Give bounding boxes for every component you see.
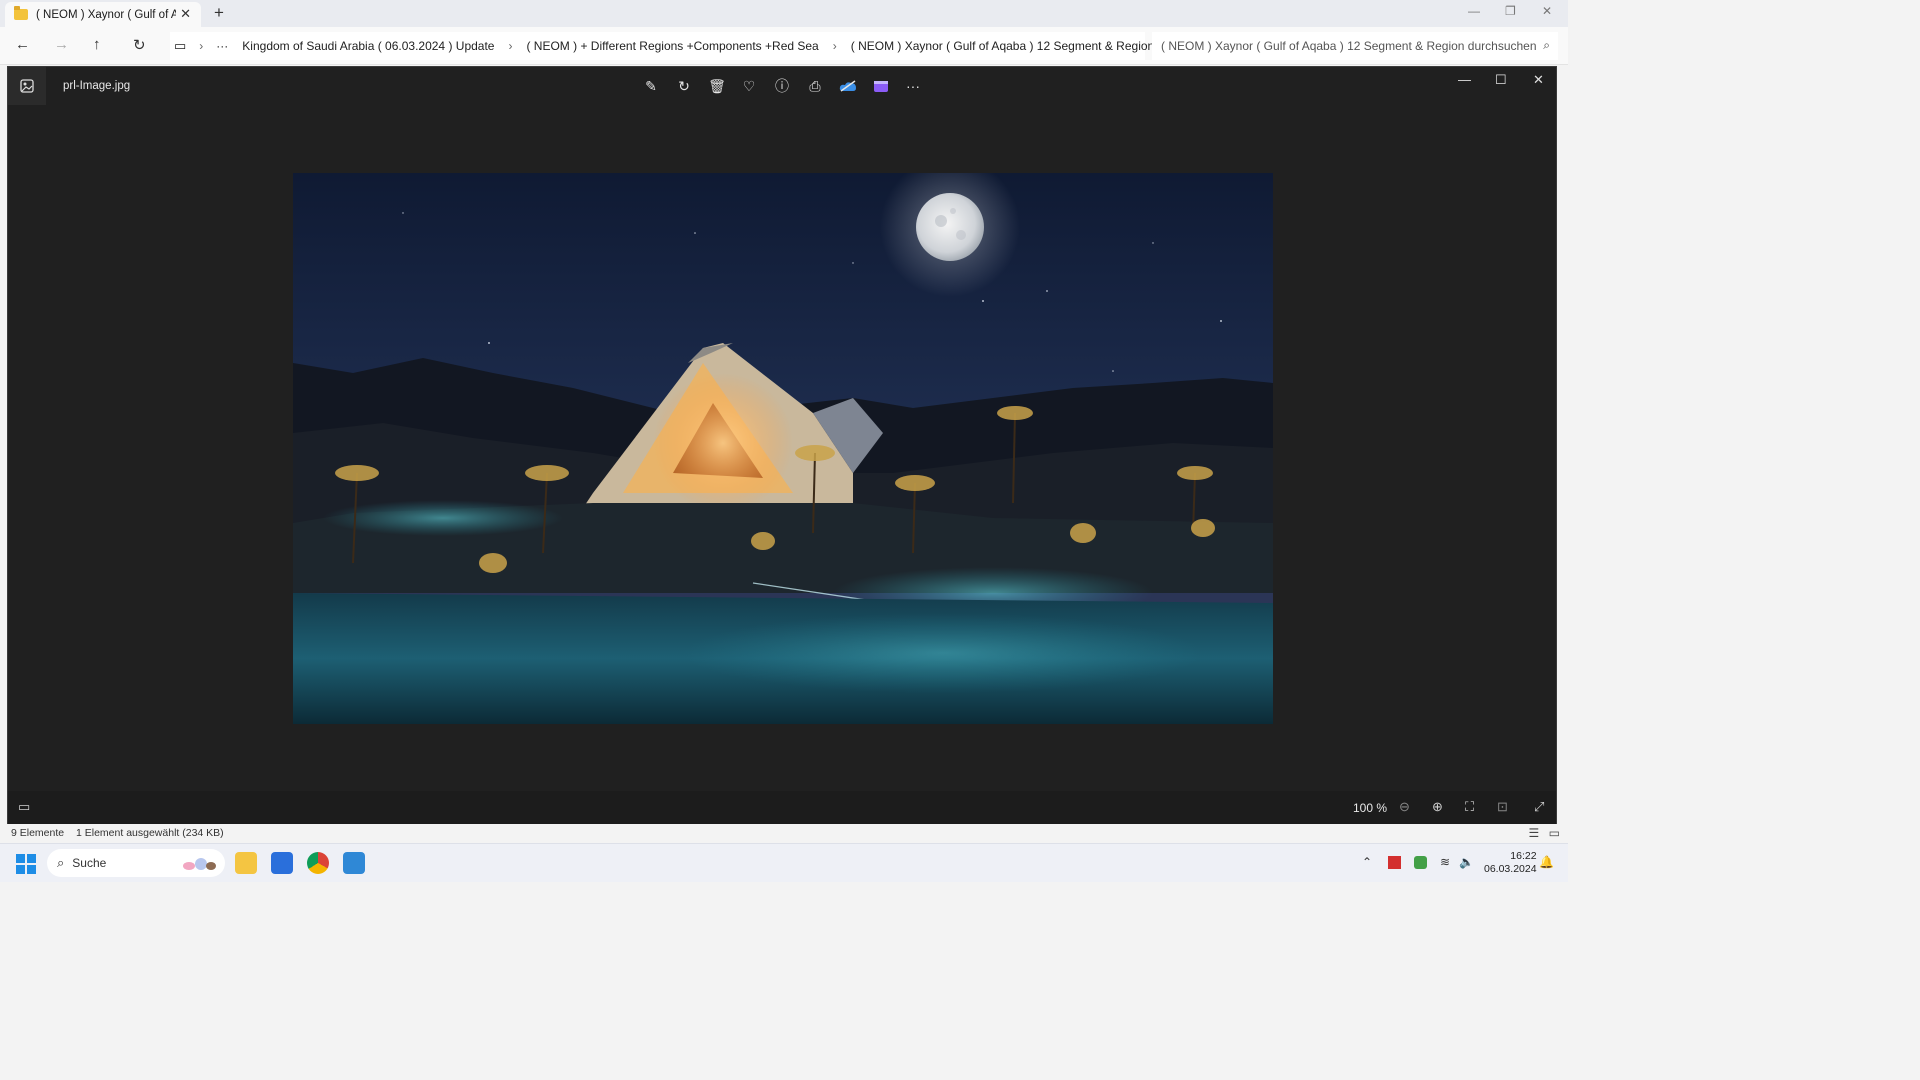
photo-viewer-window: prl-Image.jpg ✎ ↻ 🗑 ♡ ⓘ ⎙ ··· — ☐ ✕ ▭ 10…	[7, 66, 1557, 824]
more-icon[interactable]: ···	[904, 77, 922, 95]
zoom-level: 100 %	[1353, 801, 1388, 815]
actual-size-icon[interactable]: ⊡	[1497, 799, 1508, 815]
chrome-icon[interactable]	[307, 852, 329, 874]
viewer-bottom-bar: ▭ 100 % ⊖ ⊕ ⛶ ⊡ ⤢	[8, 791, 1556, 824]
chevron-up-icon[interactable]: ⌃	[1362, 855, 1372, 869]
file-name: prl-Image.jpg	[63, 80, 131, 92]
photos-app-icon[interactable]	[8, 67, 46, 105]
forward-icon[interactable]: →	[54, 36, 69, 53]
close-icon[interactable]: ✕	[1542, 4, 1552, 18]
chevron-right-icon[interactable]: ›	[833, 39, 837, 53]
system-clock[interactable]: 16:22 06.03.2024	[1484, 850, 1537, 876]
breadcrumb-item[interactable]: ( NEOM ) Xaynor ( Gulf of Aqaba ) 12 Seg…	[851, 39, 1154, 53]
volume-icon[interactable]: 🔈	[1459, 855, 1474, 869]
viewer-close-icon[interactable]: ✕	[1533, 72, 1544, 88]
rotate-icon[interactable]: ↻	[675, 77, 693, 95]
close-tab-icon[interactable]: ✕	[180, 6, 191, 22]
notification-bell-icon[interactable]: 🔔	[1539, 855, 1554, 869]
print-icon[interactable]: ⎙	[806, 77, 824, 95]
breadcrumb-item[interactable]: Kingdom of Saudi Arabia ( 06.03.2024 ) U…	[242, 39, 494, 53]
photos-taskbar-icon[interactable]	[343, 852, 365, 874]
tab-title: ( NEOM ) Xaynor ( Gulf of Aqa	[36, 8, 176, 21]
up-icon[interactable]: ↑	[93, 36, 101, 53]
address-bar: ← → ↑ ↻ ▭ › ··· Kingdom of Saudi Arabia …	[0, 27, 1568, 65]
search-highlight-icon	[183, 858, 216, 870]
zoom-in-icon[interactable]: ⊕	[1432, 799, 1443, 815]
search-label: Suche	[72, 856, 107, 870]
search-icon: ⌕	[57, 855, 65, 870]
info-icon[interactable]: ⓘ	[773, 77, 791, 95]
explorer-titlebar: ( NEOM ) Xaynor ( Gulf of Aqa ✕ + — ❐ ✕	[0, 0, 1568, 27]
chevron-right-icon[interactable]: ›	[508, 39, 512, 53]
fullscreen-icon[interactable]: ⤢	[1534, 799, 1544, 815]
folder-search-input[interactable]: ( NEOM ) Xaynor ( Gulf of Aqaba ) 12 Seg…	[1152, 32, 1558, 60]
file-explorer-icon[interactable]	[235, 852, 257, 874]
back-icon[interactable]: ←	[15, 36, 30, 53]
item-count: 9 Elemente	[11, 827, 65, 839]
search-placeholder: ( NEOM ) Xaynor ( Gulf of Aqaba ) 12 Seg…	[1161, 39, 1537, 53]
folder-icon	[14, 6, 28, 20]
night-resort-image	[293, 173, 1273, 724]
tiles-view-icon[interactable]: ▭	[1549, 826, 1560, 840]
viewer-maximize-icon[interactable]: ☐	[1495, 72, 1507, 88]
viewer-toolbar: prl-Image.jpg ✎ ↻ 🗑 ♡ ⓘ ⎙ ··· — ☐ ✕	[8, 67, 1556, 105]
breadcrumb[interactable]: ▭ › ··· Kingdom of Saudi Arabia ( 06.03.…	[170, 32, 1154, 60]
taskbar: ⌕ Suche ⌃ ≋ 🔈 16:22 06.03.2024 🔔	[0, 843, 1568, 882]
wifi-icon[interactable]: ≋	[1440, 855, 1450, 869]
onedrive-icon[interactable]	[839, 77, 857, 95]
displayed-photo	[293, 173, 1273, 724]
breadcrumb-item[interactable]: ( NEOM ) + Different Regions +Components…	[526, 39, 818, 53]
minimize-icon[interactable]: —	[1468, 4, 1480, 18]
pdf-app-icon[interactable]	[1388, 856, 1401, 869]
delete-icon[interactable]: 🗑	[708, 77, 726, 95]
zoom-out-icon[interactable]: ⊖	[1399, 799, 1410, 815]
search-icon[interactable]: ⌕	[1543, 38, 1550, 53]
new-tab-button[interactable]: +	[214, 3, 224, 23]
details-view-icon[interactable]: ☰	[1529, 826, 1540, 840]
fit-to-window-icon[interactable]: ⛶	[1465, 799, 1474, 815]
edit-icon[interactable]: ✎	[642, 77, 660, 95]
windows-start-icon[interactable]	[16, 854, 36, 874]
clock-time: 16:22	[1510, 850, 1537, 862]
favorite-icon[interactable]: ♡	[740, 77, 758, 95]
microsoft-store-icon[interactable]	[271, 852, 293, 874]
clipchamp-icon[interactable]	[872, 77, 890, 95]
refresh-icon[interactable]: ↻	[133, 36, 146, 54]
this-pc-icon[interactable]: ▭	[174, 38, 186, 54]
tab-current-folder[interactable]: ( NEOM ) Xaynor ( Gulf of Aqa ✕	[5, 2, 201, 27]
chevron-right-icon[interactable]: ›	[199, 39, 203, 53]
filmstrip-icon[interactable]: ▭	[18, 799, 30, 815]
maximize-icon[interactable]: ❐	[1505, 4, 1516, 18]
security-icon[interactable]	[1414, 856, 1427, 869]
taskbar-search-input[interactable]: ⌕ Suche	[47, 849, 225, 877]
clock-date: 06.03.2024	[1484, 863, 1537, 875]
viewer-minimize-icon[interactable]: —	[1458, 72, 1471, 87]
more-crumbs-icon[interactable]: ···	[216, 39, 228, 53]
explorer-status-bar: 9 Elemente 1 Element ausgewählt (234 KB)…	[0, 824, 1568, 843]
selection-info: 1 Element ausgewählt (234 KB)	[76, 827, 224, 839]
